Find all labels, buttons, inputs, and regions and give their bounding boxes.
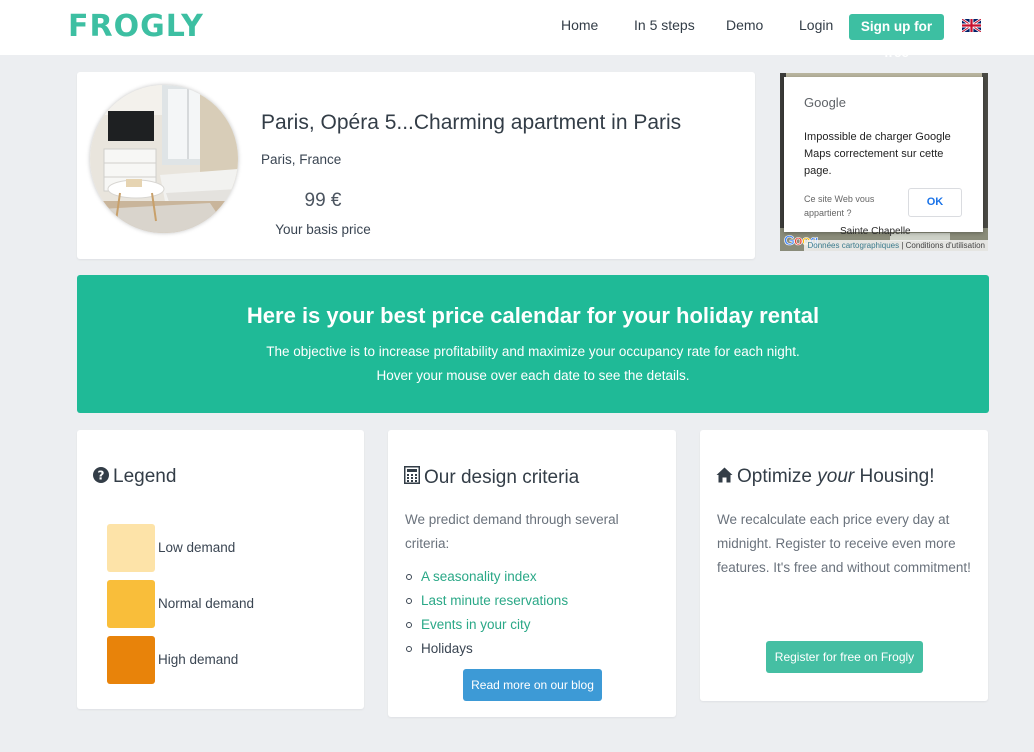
nav-demo[interactable]: Demo bbox=[726, 17, 763, 33]
svg-text:?: ? bbox=[98, 469, 105, 483]
nav-login[interactable]: Login bbox=[799, 17, 833, 33]
signup-button[interactable]: Sign up for free bbox=[849, 14, 944, 60]
design-criteria-card: Our design criteria We predict demand th… bbox=[388, 430, 676, 717]
low-demand-swatch bbox=[107, 524, 155, 572]
banner-title: Here is your best price calendar for you… bbox=[246, 303, 820, 328]
price-calendar-banner: Here is your best price calendar for you… bbox=[77, 275, 989, 413]
nav-home[interactable]: Home bbox=[561, 17, 598, 33]
optimize-description: We recalculate each price every day at m… bbox=[717, 512, 971, 575]
optimize-heading: Optimize your Housing! bbox=[716, 466, 935, 488]
high-demand-label: High demand bbox=[158, 652, 239, 667]
normal-demand-swatch bbox=[107, 580, 155, 628]
optimize-title-start: Optimize bbox=[737, 466, 818, 487]
legend-title: Legend bbox=[113, 466, 177, 487]
map-error-dialog: Google Impossible de charger Google Maps… bbox=[784, 77, 983, 232]
legend-card: ? Legend Low demand Normal demand High d… bbox=[77, 430, 364, 709]
map-terms-link[interactable]: Conditions d'utilisation bbox=[906, 241, 985, 250]
criteria-list: A seasonality index Last minute reservat… bbox=[405, 565, 568, 661]
property-base-price: 99 € bbox=[304, 190, 342, 211]
criteria-holidays: Holidays bbox=[405, 637, 568, 661]
map-ok-button[interactable]: OK bbox=[908, 188, 962, 217]
criteria-title: Our design criteria bbox=[424, 467, 580, 488]
read-blog-button[interactable]: Read more on our blog bbox=[463, 669, 602, 701]
top-navbar: FROGLY Home In 5 steps Demo Login Sign u… bbox=[0, 0, 1034, 60]
frogly-logo[interactable]: FROGLY bbox=[68, 9, 204, 44]
optimize-title-emphasis: your bbox=[817, 466, 855, 487]
map-widget[interactable]: Google Impossible de charger Google Maps… bbox=[780, 73, 988, 251]
property-location: Paris, France bbox=[261, 152, 342, 167]
calculator-icon bbox=[404, 466, 420, 484]
property-photo bbox=[90, 85, 238, 233]
banner-hover-hint: Hover your mouse over each date to see t… bbox=[376, 368, 690, 383]
criteria-last-minute-link[interactable]: Last minute reservations bbox=[405, 589, 568, 613]
normal-demand-label: Normal demand bbox=[158, 596, 255, 611]
property-card: Paris, Opéra 5...Charming apartment in P… bbox=[77, 72, 755, 259]
property-title: Paris, Opéra 5...Charming apartment in P… bbox=[261, 111, 682, 134]
legend-heading: ? Legend bbox=[93, 466, 176, 488]
map-attribution: Données cartographiques | Conditions d'u… bbox=[804, 240, 988, 251]
google-brand: Google bbox=[804, 95, 846, 110]
register-button[interactable]: Register for free on Frogly bbox=[766, 641, 923, 673]
criteria-seasonality-link[interactable]: A seasonality index bbox=[405, 565, 568, 589]
banner-objective-text: The objective is to increase profitabili… bbox=[266, 344, 800, 359]
optimize-housing-card: Optimize your Housing! We recalculate ea… bbox=[700, 430, 988, 701]
question-circle-icon: ? bbox=[93, 467, 109, 483]
criteria-intro: We predict demand through several criter… bbox=[405, 512, 619, 551]
nav-in-5-steps[interactable]: In 5 steps bbox=[634, 17, 695, 33]
map-street-label: Sainte Chapelle bbox=[840, 226, 911, 237]
map-owner-question[interactable]: Ce site Web vous appartient ? bbox=[804, 192, 904, 220]
criteria-events-link[interactable]: Events in your city bbox=[405, 613, 568, 637]
high-demand-swatch bbox=[107, 636, 155, 684]
property-price-label: Your basis price bbox=[275, 222, 371, 237]
map-data-link[interactable]: Données cartographiques bbox=[807, 241, 899, 250]
home-icon bbox=[716, 467, 733, 483]
optimize-title-end: Housing! bbox=[854, 466, 935, 487]
map-error-message: Impossible de charger Google Maps correc… bbox=[804, 131, 951, 177]
criteria-heading: Our design criteria bbox=[404, 466, 579, 489]
uk-flag-icon[interactable] bbox=[962, 19, 981, 32]
low-demand-label: Low demand bbox=[158, 540, 236, 555]
